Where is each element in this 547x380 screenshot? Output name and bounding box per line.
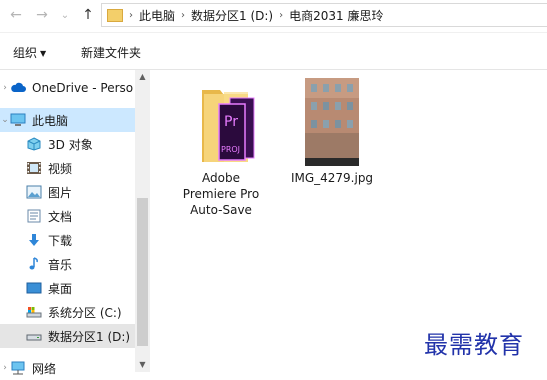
folder-icon — [107, 8, 123, 22]
address-row: ← → ⌄ ↑ › 此电脑 › 数据分区1 (D:) › 电商2031 廉思玲 — [0, 0, 547, 32]
chevron-down-icon: ⌄ — [1, 115, 9, 125]
navigation-pane: › OneDrive - Perso ⌄ 此电脑 3D 对象 视频 图片 文档 … — [0, 70, 150, 376]
sidebar-item-label: 下载 — [48, 233, 73, 248]
pc-icon — [10, 113, 26, 127]
up-arrow-icon: ↑ — [82, 7, 94, 23]
image-thumbnail — [305, 78, 359, 166]
download-icon — [26, 233, 42, 247]
sidebar-item-3d-objects[interactable]: 3D 对象 — [0, 132, 135, 156]
up-button[interactable]: ↑ — [78, 4, 98, 26]
sidebar-item-drive-c[interactable]: 系统分区 (C:) — [0, 300, 135, 324]
sidebar-item-label: 数据分区1 (D:) — [48, 329, 131, 344]
sidebar-item-network[interactable]: › 网络 — [0, 356, 135, 380]
chevron-right-icon: › — [3, 83, 7, 93]
svg-text:Pr: Pr — [224, 114, 238, 130]
forward-arrow-icon: → — [36, 7, 48, 23]
sidebar-item-label: 视频 — [48, 161, 73, 176]
sidebar-item-label: 网络 — [32, 361, 57, 376]
file-name-line: Adobe — [202, 171, 240, 185]
pictures-icon — [26, 185, 42, 199]
sidebar-item-drive-d[interactable]: 数据分区1 (D:) — [0, 324, 135, 348]
scroll-up-arrow-icon[interactable]: ▲ — [135, 70, 150, 84]
breadcrumb-current-folder[interactable]: 电商2031 廉思玲 — [289, 7, 383, 24]
forward-button[interactable]: → — [32, 4, 52, 26]
sidebar-item-this-pc[interactable]: ⌄ 此电脑 — [0, 108, 135, 132]
back-arrow-icon: ← — [10, 7, 22, 23]
chevron-right-icon: › — [129, 9, 133, 21]
back-button[interactable]: ← — [6, 4, 26, 26]
address-bar[interactable]: › 此电脑 › 数据分区1 (D:) › 电商2031 廉思玲 — [101, 3, 547, 27]
sidebar-item-desktop[interactable]: 桌面 — [0, 276, 135, 300]
sidebar-item-pictures[interactable]: 图片 — [0, 180, 135, 204]
sidebar-item-label: 系统分区 (C:) — [48, 305, 122, 320]
sidebar-item-label: 图片 — [48, 185, 73, 200]
sidebar-item-downloads[interactable]: 下载 — [0, 228, 135, 252]
chevron-right-icon: › — [181, 9, 186, 21]
file-item-premiere-autosave[interactable]: Pr PROJ Adobe Premiere Pro Auto-Save — [172, 84, 270, 218]
system-drive-icon — [26, 305, 42, 319]
sidebar-scroll-thumb[interactable] — [137, 198, 148, 346]
sidebar-item-label: OneDrive - Perso — [32, 81, 134, 95]
recent-locations-button[interactable]: ⌄ — [58, 4, 72, 26]
sidebar-item-label: 此电脑 — [32, 113, 69, 128]
onedrive-cloud-icon — [10, 81, 26, 95]
dropdown-caret-icon: ▼ — [40, 49, 47, 58]
3d-objects-icon — [26, 137, 42, 151]
file-item-img-4279[interactable]: IMG_4279.jpg — [287, 78, 377, 186]
file-name-line: Premiere Pro — [182, 187, 260, 201]
sidebar-item-music[interactable]: 音乐 — [0, 252, 135, 276]
drive-icon — [26, 329, 42, 343]
sidebar-item-label: 3D 对象 — [48, 137, 93, 152]
documents-icon — [26, 209, 42, 223]
breadcrumb-drive-d[interactable]: 数据分区1 (D:) — [191, 7, 273, 24]
sidebar-item-videos[interactable]: 视频 — [0, 156, 135, 180]
command-bar: 组织 ▼ 新建文件夹 — [0, 32, 547, 70]
file-name-line: IMG_4279.jpg — [290, 171, 374, 185]
breadcrumb-this-pc[interactable]: 此电脑 — [139, 7, 175, 24]
sidebar-item-label: 桌面 — [48, 281, 73, 296]
desktop-icon — [26, 281, 42, 295]
sidebar-item-label: 文档 — [48, 209, 73, 224]
organize-label: 组织 — [13, 46, 38, 60]
music-icon — [26, 257, 42, 271]
sidebar-item-label: 音乐 — [48, 257, 73, 272]
video-icon — [26, 161, 42, 175]
chevron-down-icon: ⌄ — [60, 9, 70, 21]
scroll-down-arrow-icon[interactable]: ▼ — [135, 358, 150, 372]
new-folder-label: 新建文件夹 — [81, 46, 142, 60]
network-icon — [10, 361, 26, 375]
watermark: 最需教育 — [424, 331, 524, 359]
sidebar-item-documents[interactable]: 文档 — [0, 204, 135, 228]
organize-button[interactable]: 组织 ▼ — [13, 44, 46, 61]
svg-text:PROJ: PROJ — [221, 145, 240, 154]
new-folder-button[interactable]: 新建文件夹 — [81, 44, 141, 61]
chevron-right-icon: › — [279, 9, 284, 21]
sidebar-item-onedrive[interactable]: › OneDrive - Perso — [0, 76, 135, 100]
file-name-line: Auto-Save — [190, 203, 252, 217]
premiere-folder-icon: Pr PROJ — [186, 84, 256, 166]
